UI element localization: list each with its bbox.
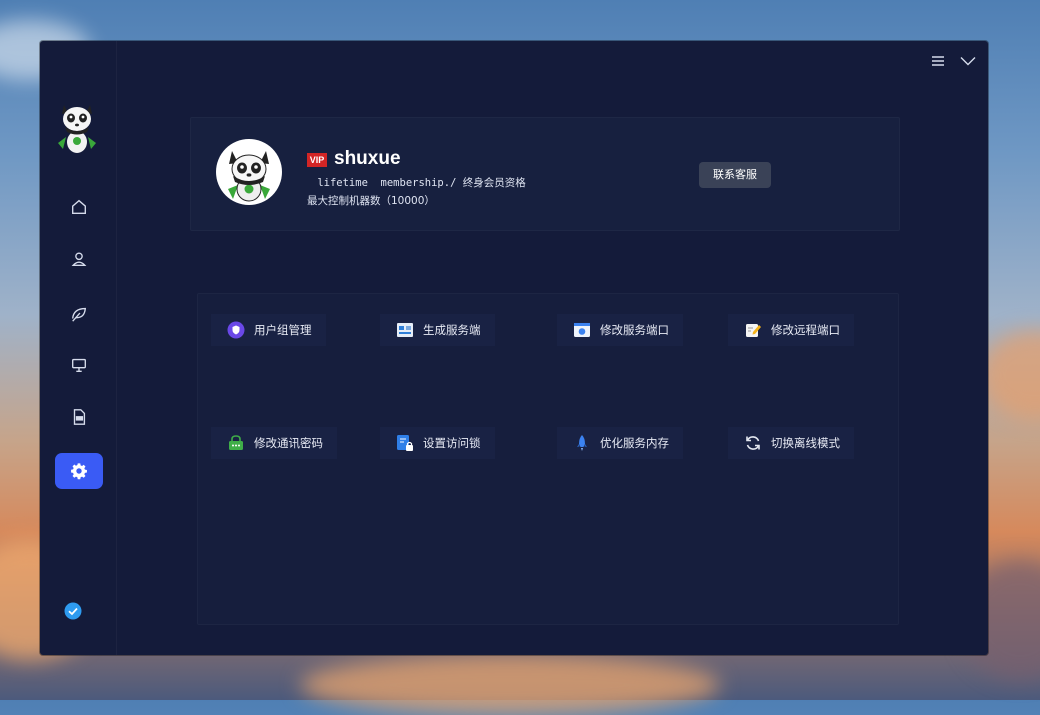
setting-label: 修改服务端口 [600, 323, 669, 337]
edit-note-icon [744, 321, 762, 339]
setting-label: 设置访问锁 [423, 436, 481, 450]
panda-avatar-icon [228, 151, 270, 202]
lock-icon [396, 434, 414, 452]
setting-remote-port[interactable]: 修改远程端口 [728, 314, 854, 346]
nav-user[interactable] [55, 241, 103, 277]
setting-offline-mode[interactable]: 切换离线模式 [728, 427, 854, 459]
shield-icon [227, 321, 245, 339]
avatar [216, 139, 282, 205]
window-port-icon [573, 321, 591, 339]
leaf-icon [72, 307, 87, 322]
nav-monitor[interactable] [55, 347, 103, 383]
setting-label: 切换离线模式 [771, 436, 840, 450]
setting-optimize-memory[interactable]: 优化服务内存 [557, 427, 683, 459]
membership-text: lifetime membership./ 终身会员资格 [311, 177, 526, 189]
monitor-icon [72, 358, 86, 372]
chat-password-icon [227, 434, 245, 452]
sky-cloud [980, 330, 1040, 420]
settings-panel: 用户组管理 生成服务端 修改服务端口 修改远程端口 修改通讯密码 设置访问锁 优… [197, 293, 899, 625]
max-machines-text: 最大控制机器数（10000） [307, 195, 435, 207]
setting-access-lock[interactable]: 设置访问锁 [380, 427, 495, 459]
hamburger-menu-icon[interactable] [930, 53, 946, 69]
panda-mascot-logo [58, 105, 96, 153]
chevron-down-icon[interactable] [960, 53, 976, 69]
app-window: VIP shuxue lifetime membership./ 终身会员资格 … [40, 41, 988, 655]
rocket-icon [573, 434, 591, 452]
sidebar [40, 41, 117, 655]
setting-service-port[interactable]: 修改服务端口 [557, 314, 683, 346]
nav-settings[interactable] [55, 453, 103, 489]
contact-support-button[interactable]: 联系客服 [699, 162, 771, 188]
nav-log[interactable] [55, 399, 103, 435]
check-circle-icon [64, 602, 82, 620]
sky-cloud [300, 655, 720, 715]
username: shuxue [334, 148, 401, 169]
refresh-icon [744, 434, 762, 452]
nav-leaf[interactable] [55, 296, 103, 332]
vip-badge: VIP [307, 153, 327, 167]
window-controls [930, 53, 976, 69]
server-build-icon [396, 321, 414, 339]
setting-label: 修改通讯密码 [254, 436, 323, 450]
profile-card: VIP shuxue lifetime membership./ 终身会员资格 … [190, 117, 900, 231]
nav-home[interactable] [55, 189, 103, 225]
setting-user-group[interactable]: 用户组管理 [211, 314, 326, 346]
gear-icon [71, 463, 87, 480]
user-icon [71, 252, 87, 266]
setting-label: 修改远程端口 [771, 323, 840, 337]
setting-label: 优化服务内存 [600, 436, 669, 450]
home-icon [72, 199, 86, 214]
setting-label: 生成服务端 [423, 323, 481, 337]
setting-label: 用户组管理 [254, 323, 312, 337]
log-file-icon [73, 409, 86, 425]
setting-comm-password[interactable]: 修改通讯密码 [211, 427, 337, 459]
setting-build-server[interactable]: 生成服务端 [380, 314, 495, 346]
